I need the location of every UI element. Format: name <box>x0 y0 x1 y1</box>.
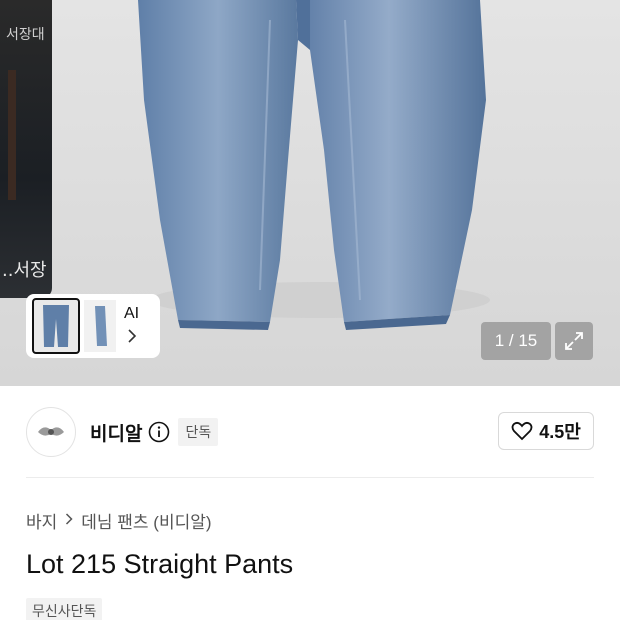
jeans-side-thumbnail-icon <box>95 306 107 346</box>
peek-sign-text: 서장대 <box>6 27 45 43</box>
brand-name[interactable]: 비디알 <box>90 419 142 446</box>
like-button[interactable]: 4.5만 <box>498 412 594 450</box>
breadcrumb: 바지 데님 팬츠 (비디알) <box>26 508 212 533</box>
exclusive-tag: 단독 <box>178 418 219 446</box>
expand-icon <box>565 332 583 350</box>
exclusive-badge: 무신사단독 <box>26 598 103 620</box>
peek-sign-text-bottom: ..서장 <box>2 260 47 281</box>
product-photo-jeans <box>138 0 490 330</box>
expand-button[interactable] <box>555 322 593 360</box>
product-title: Lot 215 Straight Pants <box>26 549 294 579</box>
ai-label: AI <box>124 304 140 322</box>
thumbnail-selected[interactable] <box>32 298 80 354</box>
product-image-gallery[interactable]: 서장대 ..서장 AI 1 / 15 <box>0 0 620 386</box>
peek-decoration <box>8 70 16 200</box>
info-icon[interactable] <box>148 421 170 443</box>
chevron-right-icon <box>127 328 137 348</box>
image-pager: 1 / 15 <box>481 322 551 360</box>
thumbnail-item[interactable] <box>84 300 116 352</box>
breadcrumb-item-category[interactable]: 바지 <box>26 508 57 533</box>
brand-emblem-icon <box>38 427 64 436</box>
ai-recommend-button[interactable]: AI <box>124 305 139 348</box>
thumbnail-strip[interactable]: AI <box>26 294 160 358</box>
chevron-right-icon <box>65 512 73 529</box>
jeans-thumbnail-icon <box>43 305 69 347</box>
previous-image-peek[interactable]: 서장대 ..서장 <box>0 0 52 298</box>
brand-row: 비디알 단독 4.5만 <box>26 406 594 458</box>
heart-icon <box>511 421 533 441</box>
like-count: 4.5만 <box>539 422 581 442</box>
breadcrumb-item-subcategory[interactable]: 데님 팬츠 (비디알) <box>81 508 211 533</box>
divider <box>26 477 594 478</box>
brand-logo[interactable] <box>26 407 76 457</box>
